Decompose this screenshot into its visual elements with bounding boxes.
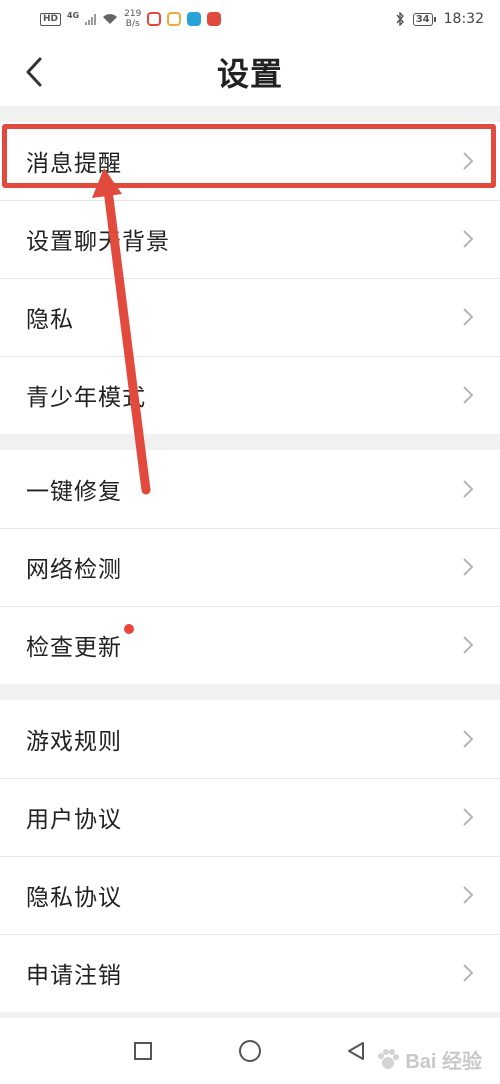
nav-back-button[interactable]	[343, 1038, 369, 1064]
chevron-right-icon	[463, 558, 474, 576]
app-notification-icon	[147, 12, 162, 26]
settings-item-label: 隐私	[26, 307, 74, 333]
settings-item-privacy-agreement[interactable]: 隐私协议	[0, 856, 500, 934]
wifi-icon	[103, 14, 118, 24]
settings-item-label: 消息提醒	[26, 151, 122, 177]
group-divider	[0, 434, 500, 450]
settings-item-label: 一键修复	[26, 479, 122, 505]
settings-item-label: 设置聊天背景	[26, 229, 170, 255]
settings-item-label: 申请注销	[26, 963, 122, 989]
chevron-right-icon	[463, 308, 474, 326]
status-bar: HD 4G 219 B/s 34 18:32	[0, 0, 500, 38]
paw-icon	[378, 1048, 400, 1069]
app-notification-icon	[207, 12, 222, 26]
battery-level: 34	[412, 12, 433, 26]
settings-item-label: 网络检测	[26, 557, 122, 583]
settings-item-label: 青少年模式	[26, 385, 146, 411]
chevron-right-icon	[463, 386, 474, 404]
settings-item-label: 游戏规则	[26, 729, 122, 755]
chevron-right-icon	[463, 886, 474, 904]
chevron-right-icon	[463, 480, 474, 498]
settings-group-2: 一键修复 网络检测 检查更新	[0, 450, 500, 684]
status-time: 18:32	[443, 11, 484, 27]
settings-item-label: 检查更新	[26, 624, 134, 662]
settings-item-one-click-repair[interactable]: 一键修复	[0, 450, 500, 528]
square-icon	[134, 1042, 152, 1060]
chevron-right-icon	[463, 152, 474, 170]
settings-group-3: 游戏规则 用户协议 隐私协议 申请注销	[0, 700, 500, 1012]
settings-item-check-update[interactable]: 检查更新	[0, 606, 500, 684]
settings-item-network-check[interactable]: 网络检测	[0, 528, 500, 606]
settings-item-chat-background[interactable]: 设置聊天背景	[0, 200, 500, 278]
group-divider	[0, 684, 500, 700]
chevron-right-icon	[463, 230, 474, 248]
speed-unit: B/s	[125, 19, 140, 29]
group-divider	[0, 106, 500, 122]
settings-item-cancel-account[interactable]: 申请注销	[0, 934, 500, 1012]
update-badge	[124, 624, 134, 634]
signal-icon	[85, 13, 97, 25]
circle-icon	[239, 1040, 261, 1062]
settings-item-teen-mode[interactable]: 青少年模式	[0, 356, 500, 434]
system-nav-bar: Bai 经验	[0, 1018, 500, 1084]
settings-item-game-rules[interactable]: 游戏规则	[0, 700, 500, 778]
settings-item-message-reminder[interactable]: 消息提醒	[0, 122, 500, 200]
watermark-text: Bai 经验	[405, 1051, 482, 1073]
hd-indicator: HD	[40, 12, 62, 26]
recent-apps-button[interactable]	[130, 1038, 156, 1064]
settings-item-label: 用户协议	[26, 807, 122, 833]
chevron-right-icon	[463, 730, 474, 748]
network-speed: 219 B/s	[124, 9, 141, 29]
settings-item-label: 隐私协议	[26, 885, 122, 911]
settings-list: 消息提醒 设置聊天背景 隐私 青少年模式 一键修复 网络检测 检查更新 游戏规则…	[0, 106, 500, 1028]
chevron-right-icon	[463, 964, 474, 982]
settings-item-label-text: 检查更新	[26, 635, 122, 661]
header: 设置	[0, 38, 500, 106]
chevron-right-icon	[463, 808, 474, 826]
battery-icon: 34	[412, 12, 436, 26]
settings-item-user-agreement[interactable]: 用户协议	[0, 778, 500, 856]
page-title: 设置	[216, 55, 283, 93]
app-notification-icon	[167, 12, 182, 26]
triangle-back-icon	[348, 1042, 364, 1060]
network-type: 4G	[67, 10, 80, 20]
watermark: Bai 经验	[375, 1045, 482, 1074]
bluetooth-icon	[396, 12, 404, 26]
app-notification-icon	[187, 12, 202, 26]
settings-item-privacy[interactable]: 隐私	[0, 278, 500, 356]
settings-group-1: 消息提醒 设置聊天背景 隐私 青少年模式	[0, 122, 500, 434]
status-left: HD 4G 219 B/s	[40, 9, 222, 29]
home-button[interactable]	[237, 1038, 263, 1064]
speed-value: 219	[124, 9, 142, 19]
status-right: 34 18:32	[395, 11, 484, 27]
chevron-right-icon	[463, 636, 474, 654]
